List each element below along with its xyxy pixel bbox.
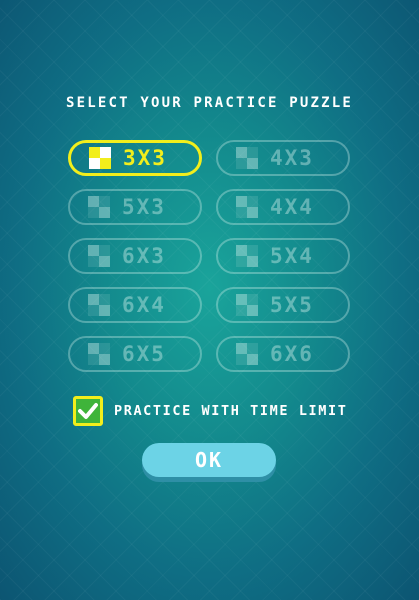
puzzle-size-label: 3X3 <box>123 146 167 170</box>
puzzle-size-label: 6X6 <box>270 342 314 366</box>
checker-icon <box>236 294 258 316</box>
ok-button[interactable]: OK <box>142 443 276 477</box>
puzzle-3x3-button[interactable]: 3X3 <box>68 140 202 176</box>
time-limit-label: PRACTICE WITH TIME LIMIT <box>114 403 348 419</box>
checker-icon <box>88 245 110 267</box>
checker-icon <box>236 343 258 365</box>
checker-icon <box>88 343 110 365</box>
puzzle-6x5-button[interactable]: 6X5 <box>68 336 202 372</box>
puzzle-size-grid: 3X3 4X3 5X3 4X4 6X3 5X4 6X4 5X5 6X5 6X6 <box>68 140 350 372</box>
puzzle-6x4-button[interactable]: 6X4 <box>68 287 202 323</box>
checker-icon <box>88 294 110 316</box>
checker-icon <box>89 147 111 169</box>
puzzle-size-label: 4X3 <box>270 146 314 170</box>
checker-icon <box>236 245 258 267</box>
puzzle-size-label: 6X3 <box>122 244 166 268</box>
checkmark-icon <box>78 403 98 419</box>
puzzle-size-label: 5X3 <box>122 195 166 219</box>
puzzle-5x4-button[interactable]: 5X4 <box>216 238 350 274</box>
checker-icon <box>236 147 258 169</box>
puzzle-size-label: 5X5 <box>270 293 314 317</box>
puzzle-size-label: 6X4 <box>122 293 166 317</box>
puzzle-size-label: 4X4 <box>270 195 314 219</box>
ok-button-label: OK <box>194 448 224 472</box>
puzzle-4x3-button[interactable]: 4X3 <box>216 140 350 176</box>
time-limit-checkbox[interactable] <box>73 396 103 426</box>
checker-icon <box>236 196 258 218</box>
puzzle-6x3-button[interactable]: 6X3 <box>68 238 202 274</box>
checker-icon <box>88 196 110 218</box>
time-limit-option: PRACTICE WITH TIME LIMIT <box>73 396 347 426</box>
puzzle-4x4-button[interactable]: 4X4 <box>216 189 350 225</box>
puzzle-size-label: 6X5 <box>122 342 166 366</box>
puzzle-6x6-button[interactable]: 6X6 <box>216 336 350 372</box>
page-title: SELECT YOUR PRACTICE PUZZLE <box>66 95 353 111</box>
puzzle-size-label: 5X4 <box>270 244 314 268</box>
puzzle-5x3-button[interactable]: 5X3 <box>68 189 202 225</box>
puzzle-5x5-button[interactable]: 5X5 <box>216 287 350 323</box>
